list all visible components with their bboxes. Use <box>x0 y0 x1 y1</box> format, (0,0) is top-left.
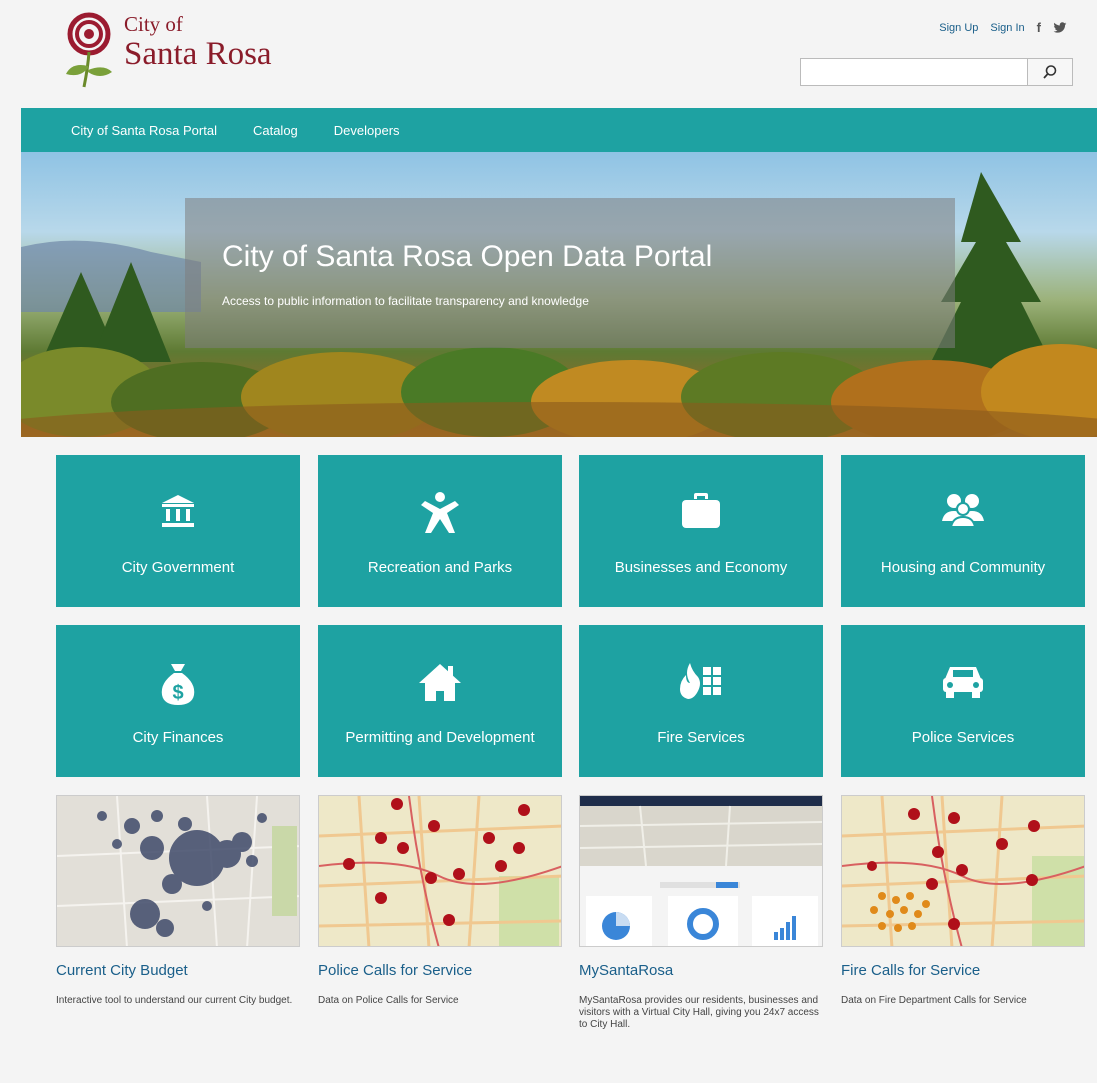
card-title-budget[interactable]: Current City Budget <box>56 962 188 979</box>
sign-in-link[interactable]: Sign In <box>990 22 1024 34</box>
tile-label: Recreation and Parks <box>367 559 513 576</box>
logo-text-big: Santa Rosa <box>124 36 272 72</box>
person-star-icon <box>421 492 459 533</box>
card-title-police-calls[interactable]: Police Calls for Service <box>318 962 472 979</box>
tile-housing-community[interactable]: Housing and Community <box>841 455 1085 607</box>
search-button[interactable] <box>1027 59 1072 85</box>
tile-permitting-development[interactable]: Permitting and Development <box>318 625 562 777</box>
dashboard-screenshot-image <box>580 796 822 946</box>
twitter-icon[interactable] <box>1053 21 1067 34</box>
hero-panel: City of Santa Rosa Open Data Portal Acce… <box>185 198 955 348</box>
tile-label: Housing and Community <box>880 559 1046 576</box>
facebook-icon[interactable]: f <box>1037 20 1041 35</box>
city-logo[interactable]: City of Santa Rosa <box>62 12 302 94</box>
site-header: City of Santa Rosa Sign Up Sign In f <box>0 0 1097 108</box>
hero-title: City of Santa Rosa Open Data Portal <box>222 240 713 273</box>
fire-icon <box>680 663 721 699</box>
briefcase-icon <box>682 493 720 528</box>
fire-map-thumbnail[interactable] <box>841 795 1085 947</box>
tile-city-government[interactable]: City Government <box>56 455 300 607</box>
hero-banner: City of Santa Rosa Open Data Portal Acce… <box>21 152 1097 437</box>
search-icon <box>1043 65 1057 79</box>
tile-fire-services[interactable]: Fire Services <box>579 625 823 777</box>
hero-subtitle: Access to public information to facilita… <box>222 294 589 308</box>
government-building-icon <box>162 495 194 527</box>
tile-label: Police Services <box>911 729 1015 746</box>
top-links: Sign Up Sign In f <box>939 20 1067 35</box>
tile-label: City Government <box>121 559 235 576</box>
money-bag-icon: $ <box>161 664 195 705</box>
tile-police-services[interactable]: Police Services <box>841 625 1085 777</box>
svg-text:$: $ <box>172 682 183 704</box>
bubble-map-image <box>57 796 299 946</box>
tile-label: Permitting and Development <box>345 729 535 746</box>
tile-label: City Finances <box>132 729 224 746</box>
main-nav: City of Santa Rosa Portal Catalog Develo… <box>21 108 1097 152</box>
search-input[interactable] <box>801 59 1027 85</box>
tile-businesses-economy[interactable]: Businesses and Economy <box>579 455 823 607</box>
card-title-fire-calls[interactable]: Fire Calls for Service <box>841 962 980 979</box>
tile-city-finances[interactable]: $ City Finances <box>56 625 300 777</box>
nav-portal[interactable]: City of Santa Rosa Portal <box>71 123 217 138</box>
mysantarosa-thumbnail[interactable] <box>579 795 823 947</box>
card-desc-fire-calls: Data on Fire Department Calls for Servic… <box>841 995 1027 1006</box>
card-desc-budget: Interactive tool to understand our curre… <box>56 995 293 1006</box>
fire-calls-map-image <box>842 796 1084 946</box>
house-icon <box>419 664 461 701</box>
logo-text-small: City of <box>124 12 183 36</box>
car-icon <box>943 667 983 698</box>
card-desc-mysantarosa: MySantaRosa provides our residents, busi… <box>579 995 819 1030</box>
card-desc-police-calls: Data on Police Calls for Service <box>318 995 459 1006</box>
sign-up-link[interactable]: Sign Up <box>939 22 978 34</box>
tile-label: Fire Services <box>657 729 745 746</box>
tile-recreation-parks[interactable]: Recreation and Parks <box>318 455 562 607</box>
nav-developers[interactable]: Developers <box>334 123 400 138</box>
nav-catalog[interactable]: Catalog <box>253 123 298 138</box>
people-group-icon <box>942 494 984 528</box>
rose-logo-icon <box>66 12 112 88</box>
budget-map-thumbnail[interactable] <box>56 795 300 947</box>
police-map-thumbnail[interactable] <box>318 795 562 947</box>
search-box <box>800 58 1073 86</box>
card-title-mysantarosa[interactable]: MySantaRosa <box>579 962 673 979</box>
tile-label: Businesses and Economy <box>614 559 788 576</box>
police-calls-map-image <box>319 796 561 946</box>
